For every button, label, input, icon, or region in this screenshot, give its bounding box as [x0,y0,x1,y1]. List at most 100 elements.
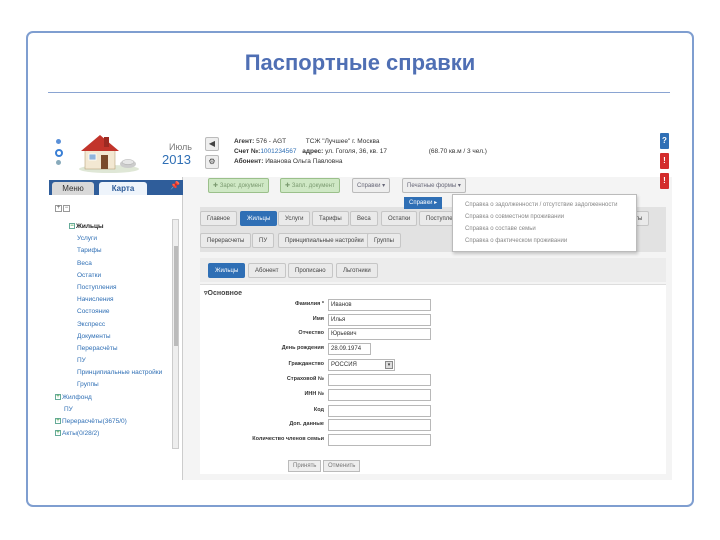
subtab-subscriber[interactable]: Абонент [248,263,286,278]
period-month[interactable]: Июль [169,142,192,152]
section-header[interactable]: ▿Основное [204,289,242,297]
radio-selected-icon[interactable] [55,149,63,157]
tree-item[interactable]: Веса [53,258,171,270]
tree-item[interactable]: Документы [53,331,171,343]
subtab-privileged[interactable]: Льготники [336,263,378,278]
account-number-link[interactable]: 1001234567 [260,148,296,155]
spravki-button[interactable]: Справки ▾ [352,178,391,193]
tree-item[interactable]: + Акты(0/28/2) [53,428,171,440]
tree-item-label: Тарифы [77,247,102,255]
tree-item[interactable]: + Жилфонд [53,392,171,404]
subtab-registered[interactable]: Прописано [288,263,333,278]
alert-icon[interactable]: ! [660,153,669,169]
chevron-down-icon[interactable]: ▾ [385,361,393,369]
tree-item[interactable]: Состояние [53,306,171,318]
tab-recalculations[interactable]: Перерасчеты [200,233,252,248]
tree-item-label: Принципиальные настройки [77,369,163,377]
nav-dot-icon[interactable] [56,139,61,144]
form-row: День рождения 28.09.1974 [200,343,666,356]
field-input[interactable] [328,389,431,401]
form-row: Гражданство РОССИЯ ▾ [200,359,666,372]
subscriber-line: Абонент: Иванова Ольга Павловна [234,158,343,165]
tree-item-label: Акты(0/28/2) [62,430,100,438]
tree-item[interactable]: Экспресс [53,319,171,331]
field-label: Количество членов семьи [252,436,324,442]
collapse-icon[interactable]: − [69,223,75,230]
back-button[interactable]: ◀ [205,137,219,151]
tree-item-label: Поступления [77,283,117,291]
tree-scrollbar[interactable] [172,219,179,449]
field-input[interactable]: 28.09.1974 [328,343,371,355]
tree-item-label: Состояние [77,308,110,316]
field-label: Страховой № [286,376,324,382]
tree-item[interactable]: Остатки [53,270,171,282]
tab-menu[interactable]: Меню [52,182,94,195]
left-panel: Меню Карта 📌 + − − Жильцы Услуги Тарифы Веса О… [49,177,183,480]
tab-residents[interactable]: Жильцы [240,211,278,226]
expand-all-icon[interactable]: + [55,205,62,212]
field-input[interactable] [328,419,431,431]
subtab-residents[interactable]: Жильцы [208,263,246,278]
tree-item[interactable]: Группы [53,379,171,391]
accept-button[interactable]: Принять [288,460,322,472]
menu-item-residence-certificate[interactable]: Справка о фактическом проживании [453,235,636,247]
field-value: 28.09.1974 [331,346,362,352]
tab-services[interactable]: Услуги [278,211,311,226]
tree-item[interactable]: Услуги [53,233,171,245]
tree-item[interactable]: Принципиальные настройки [53,367,171,379]
field-input[interactable]: Юрьевич [328,328,431,340]
tree-item[interactable]: Начисления [53,294,171,306]
field-value: РОССИЯ [331,362,357,368]
nav-dot-icon[interactable] [56,160,61,165]
help-icon[interactable]: ? [660,133,669,149]
tree-item[interactable]: − Жильцы [53,221,171,233]
plus-icon: ✚ [285,183,291,189]
tree-item-label: ПУ [77,357,86,365]
expand-icon[interactable]: + [55,430,61,437]
field-input[interactable]: Иванов [328,299,431,311]
tree-expand-collapse[interactable]: + − [55,205,71,212]
tab-main[interactable]: Главное [200,211,237,226]
tree-item[interactable]: Перерасчёты [53,343,171,355]
tree-item-label: Перерасчёты [77,344,118,352]
settings-gear-icon[interactable]: ⚙ [205,155,219,169]
menu-item-debt-certificate[interactable]: Справка о задолженности / отсутствие зад… [453,199,636,211]
form-row: Фамилия * Иванов [200,299,666,312]
tab-meters[interactable]: ПУ [252,233,275,248]
tab-groups[interactable]: Группы [367,233,401,248]
spravki-submenu-active[interactable]: Справки ▸ [404,197,443,209]
tree-item-label: ПУ [64,405,73,413]
tree-item[interactable]: ПУ [53,355,171,367]
form-row: Имя Илья [200,314,666,327]
schedule-document-button[interactable]: ✚ Запл. документ [280,178,340,193]
tab-tariffs[interactable]: Тарифы [312,211,349,226]
field-input[interactable]: Илья [328,314,431,326]
tree-item-label: Экспресс [77,320,106,328]
tree-item[interactable]: + Перерасчёты(3675/0) [53,416,171,428]
agent-line: Агент: 576 - AGT ТСЖ "Лучшее" г. Москва [234,138,380,145]
field-input[interactable] [328,374,431,386]
cancel-button[interactable]: Отменить [323,460,361,472]
period-year[interactable]: 2013 [162,152,191,167]
add-document-button[interactable]: ✚ Зарег. документ [208,178,270,193]
collapse-all-icon[interactable]: − [63,205,70,212]
field-input[interactable] [328,434,431,446]
print-forms-button[interactable]: Печатные формы ▾ [402,178,466,193]
tab-balances[interactable]: Остатки [381,211,418,226]
menu-item-cohabitation-certificate[interactable]: Справка о совместном проживании [453,211,636,223]
citizenship-select[interactable]: РОССИЯ ▾ [328,359,395,371]
menu-item-family-certificate[interactable]: Справка о составе семьи [453,223,636,235]
tree-item-label: Документы [77,332,111,340]
pin-icon[interactable]: 📌 [170,181,180,190]
tab-principal-settings[interactable]: Принципиальные настройки [278,233,371,248]
tab-weights[interactable]: Веса [350,211,378,226]
tree-item[interactable]: Тарифы [53,245,171,257]
form-row: Страховой № [200,374,666,387]
tree-item[interactable]: Поступления [53,282,171,294]
expand-icon[interactable]: + [55,418,61,425]
expand-icon[interactable]: + [55,393,61,400]
title-divider [48,92,670,93]
tab-map[interactable]: Карта [99,182,147,195]
field-input[interactable] [328,405,431,417]
tree-item[interactable]: ПУ [53,404,171,416]
